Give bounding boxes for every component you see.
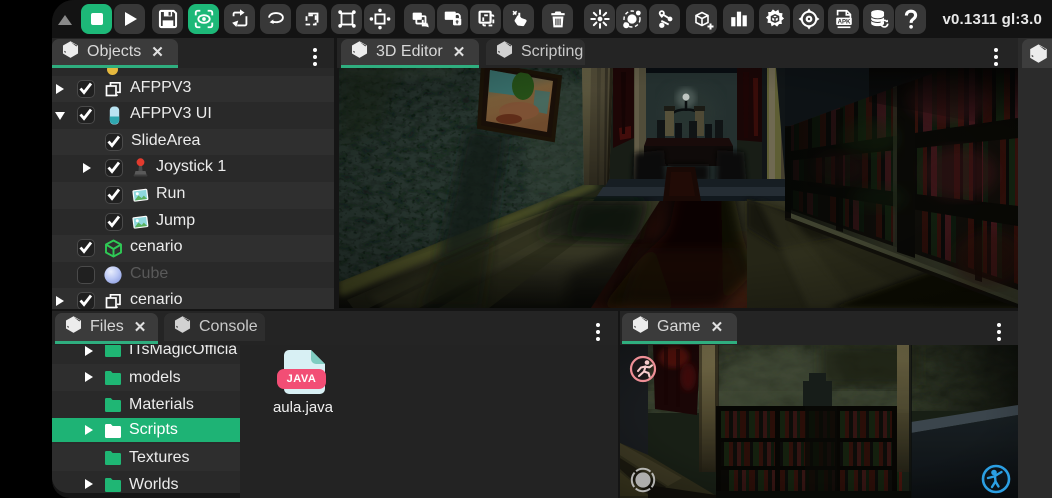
svg-text:APK: APK — [837, 20, 850, 26]
